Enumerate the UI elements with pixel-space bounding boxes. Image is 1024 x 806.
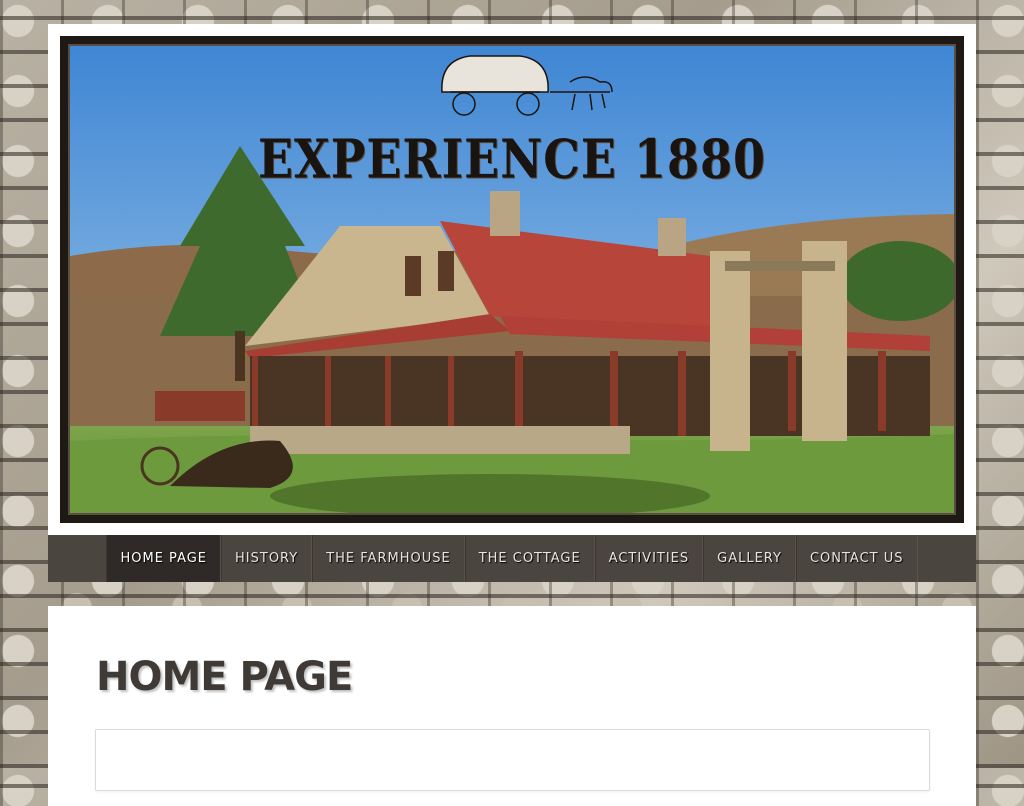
main-content: HOME PAGE: [48, 606, 976, 806]
nav-item-contact-us[interactable]: CONTACT US: [795, 535, 918, 582]
nav-item-history[interactable]: HISTORY: [221, 535, 313, 582]
nav-item-gallery[interactable]: GALLERY: [703, 535, 796, 582]
site-title: EXPERIENCE 1880: [258, 127, 766, 191]
nav-item-the-farmhouse[interactable]: THE FARMHOUSE: [312, 535, 465, 582]
stone-divider: [48, 582, 976, 606]
page-title: HOME PAGE: [96, 654, 353, 700]
page-wrapper: EXPERIENCE 1880 HOME PAGE HISTORY THE FA…: [48, 24, 976, 806]
nav-item-activities[interactable]: ACTIVITIES: [594, 535, 704, 582]
nav-item-the-cottage[interactable]: THE COTTAGE: [464, 535, 595, 582]
nav-item-home-page[interactable]: HOME PAGE: [106, 535, 222, 582]
header-banner: EXPERIENCE 1880: [48, 24, 976, 535]
farmhouse-illustration: [70, 46, 954, 513]
main-navigation: HOME PAGE HISTORY THE FARMHOUSE THE COTT…: [48, 535, 976, 582]
content-panel: [95, 729, 930, 791]
header-photo-frame: EXPERIENCE 1880: [60, 36, 964, 523]
header-photo: EXPERIENCE 1880: [68, 44, 956, 515]
